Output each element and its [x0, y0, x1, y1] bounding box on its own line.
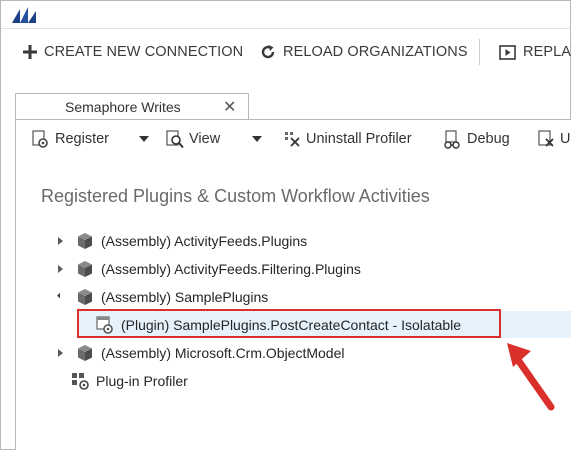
profiler-icon	[72, 373, 89, 390]
title-bar	[1, 1, 570, 29]
debug-bug-icon	[444, 129, 460, 149]
plugin-gear-icon	[96, 316, 113, 334]
view-label: View	[189, 131, 221, 147]
tree-item-activityfeeds-filtering-plugins[interactable]: (Assembly) ActivityFeeds.Filtering.Plugi…	[54, 256, 361, 282]
tree-item-label: (Assembly) ActivityFeeds.Plugins	[101, 233, 308, 249]
replay-label: REPLAY	[523, 44, 571, 60]
create-new-connection-label: CREATE NEW CONNECTION	[44, 44, 244, 60]
tab-strip: Semaphore Writes ✕	[1, 75, 570, 120]
expand-arrow-icon[interactable]	[54, 237, 66, 245]
plus-icon	[23, 45, 37, 59]
tree-item-label: Plug-in Profiler	[96, 373, 188, 389]
tree-item-plugin-profiler[interactable]: Plug-in Profiler	[71, 368, 188, 394]
annotation-arrow-icon	[507, 343, 555, 411]
reload-organizations-label: RELOAD ORGANIZATIONS	[283, 44, 468, 60]
replay-button[interactable]: REPLAY	[499, 41, 571, 63]
expand-arrow-icon[interactable]	[54, 265, 66, 273]
tree-item-label: (Assembly) ActivityFeeds.Filtering.Plugi…	[101, 261, 361, 277]
view-button[interactable]: View	[166, 129, 220, 149]
unregister-button[interactable]: U	[538, 129, 570, 149]
assembly-icon	[78, 233, 92, 249]
tree-item-label: (Assembly) Microsoft.Crm.ObjectModel	[101, 345, 345, 361]
tree-item-microsoft-crm-objectmodel[interactable]: (Assembly) Microsoft.Crm.ObjectModel	[54, 340, 345, 366]
unregister-label: U	[560, 131, 571, 147]
tree-item-label: (Assembly) SamplePlugins	[101, 289, 269, 305]
tab-label: Semaphore Writes	[65, 99, 181, 115]
reload-organizations-button[interactable]: RELOAD ORGANIZATIONS	[260, 41, 468, 63]
replay-icon	[499, 44, 516, 60]
assembly-icon	[78, 345, 92, 361]
register-label: Register	[55, 131, 109, 147]
sub-toolbar: Register View Uninstall Profiler Debug U	[16, 120, 571, 158]
tab-semaphore-writes[interactable]: Semaphore Writes ✕	[15, 93, 249, 120]
debug-label: Debug	[467, 131, 510, 147]
view-dropdown-icon[interactable]	[252, 136, 262, 142]
register-gear-icon	[32, 129, 48, 148]
dynamics-logo-icon	[12, 7, 36, 23]
tree-item-postcreatecontact-plugin[interactable]: (Plugin) SamplePlugins.PostCreateContact…	[96, 312, 461, 338]
expand-arrow-icon[interactable]	[54, 349, 66, 357]
collapse-arrow-icon[interactable]	[54, 292, 66, 299]
register-dropdown-icon[interactable]	[139, 136, 149, 142]
assembly-icon	[78, 289, 92, 305]
main-toolbar: CREATE NEW CONNECTION RELOAD ORGANIZATIO…	[1, 29, 571, 75]
create-new-connection-button[interactable]: CREATE NEW CONNECTION	[23, 41, 243, 63]
tree-item-activityfeeds-plugins[interactable]: (Assembly) ActivityFeeds.Plugins	[54, 228, 307, 254]
uninstall-profiler-icon	[285, 131, 300, 147]
section-title: Registered Plugins & Custom Workflow Act…	[41, 186, 430, 206]
uninstall-profiler-label: Uninstall Profiler	[306, 131, 412, 147]
debug-button[interactable]: Debug	[442, 129, 510, 149]
plugin-registration-pane: Register View Uninstall Profiler Debug U…	[15, 119, 571, 450]
refresh-icon	[261, 45, 275, 59]
register-button[interactable]: Register	[31, 129, 109, 149]
view-magnifier-icon	[166, 129, 184, 148]
assembly-icon	[78, 261, 92, 277]
tree-item-sampleplugins[interactable]: (Assembly) SamplePlugins	[54, 284, 268, 310]
toolbar-separator	[479, 39, 480, 65]
unregister-icon	[538, 130, 554, 147]
close-icon[interactable]: ✕	[223, 97, 236, 117]
tree-item-label: (Plugin) SamplePlugins.PostCreateContact…	[121, 317, 462, 333]
uninstall-profiler-button[interactable]: Uninstall Profiler	[284, 129, 412, 149]
